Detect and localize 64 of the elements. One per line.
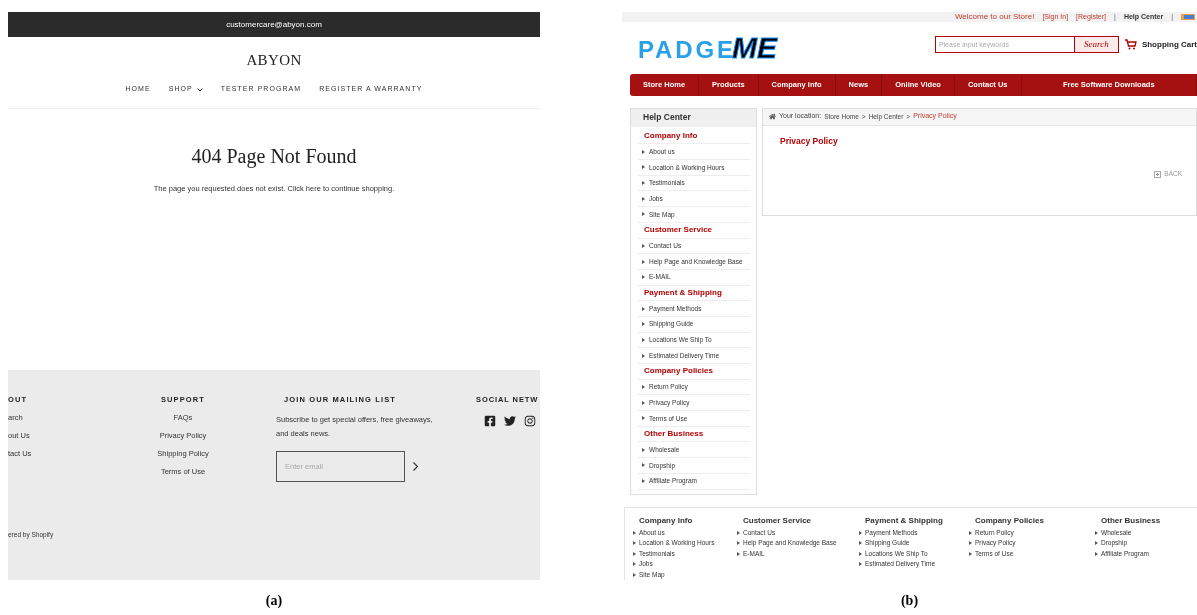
email-link[interactable]: customercare@abyon.com: [226, 18, 322, 31]
bullet-icon: [1095, 530, 1098, 535]
bullet-icon: [633, 541, 636, 546]
facebook-icon[interactable]: [484, 415, 496, 428]
bullet-icon: [633, 551, 636, 556]
bullet-icon: [633, 530, 636, 535]
bullet-icon: [642, 447, 645, 452]
search-button[interactable]: Search: [1074, 36, 1119, 54]
bullet-icon: [633, 562, 636, 567]
footer-heading: Other Business: [1100, 515, 1162, 526]
bullet-icon: [642, 306, 645, 311]
plus-square-icon[interactable]: [1154, 170, 1162, 178]
bullet-icon: [859, 551, 862, 556]
bullet-icon: [969, 541, 972, 546]
figure-caption: (b): [900, 592, 919, 610]
bullet-icon: [737, 541, 740, 546]
bullet-icon: [1095, 551, 1098, 556]
content-title: Privacy Policy: [780, 134, 839, 148]
sidebar-title: Help Center: [643, 111, 691, 125]
bullet-icon: [969, 551, 972, 556]
sidebar-group-heading: Payment & Shipping: [644, 286, 722, 299]
sidebar-group-heading: Company Policies: [644, 365, 713, 378]
sidebar-group-heading: Other Business: [644, 428, 704, 441]
footer-heading: Customer Service: [742, 515, 813, 526]
bullet-icon: [859, 562, 862, 567]
bullet-icon: [642, 338, 645, 342]
footer-heading: Company Info: [638, 515, 694, 526]
twitter-icon[interactable]: [504, 415, 516, 428]
footer-heading: Payment & Shipping: [864, 515, 944, 526]
instagram-icon[interactable]: [524, 415, 536, 428]
chevron-right-icon[interactable]: [413, 462, 418, 472]
bullet-icon: [642, 275, 645, 280]
bullet-icon: [642, 463, 645, 468]
bullet-icon: [642, 196, 645, 201]
home-icon: [769, 113, 776, 121]
store-logo[interactable]: ABYON: [246, 48, 302, 71]
figure-caption: (a): [265, 592, 283, 610]
bullet-icon: [642, 385, 645, 390]
welcome-text: Welcome to our Store!: [954, 13, 1035, 21]
bullet-icon: [642, 243, 645, 248]
bullet-icon: [969, 530, 972, 535]
bullet-icon: [642, 165, 645, 170]
shopping-cart-link[interactable]: Shopping Cart: [1141, 38, 1197, 51]
shopping-cart-icon[interactable]: [1124, 39, 1137, 51]
bullet-icon: [642, 149, 645, 154]
bullet-icon: [737, 551, 740, 556]
bullet-icon: [642, 212, 645, 217]
bullet-icon: [859, 541, 862, 546]
bullet-icon: [642, 322, 645, 327]
sidebar-group-heading: Company Info: [644, 130, 698, 143]
bullet-icon: [642, 416, 645, 421]
bullet-icon: [642, 353, 645, 358]
bullet-icon: [642, 400, 645, 405]
bullet-icon: [642, 259, 645, 264]
bullet-icon: [642, 479, 645, 484]
sidebar-group-heading: Customer Service: [644, 224, 713, 237]
page-heading: 404 Page Not Found: [191, 144, 357, 170]
bullet-icon: [642, 181, 645, 186]
bullet-icon: [1095, 541, 1098, 546]
footer-heading: Company Policies: [974, 515, 1045, 526]
bullet-icon: [859, 530, 862, 535]
bullet-icon: [737, 530, 740, 535]
bullet-icon: [633, 572, 636, 577]
store-logo[interactable]: PADGEME: [638, 32, 777, 63]
